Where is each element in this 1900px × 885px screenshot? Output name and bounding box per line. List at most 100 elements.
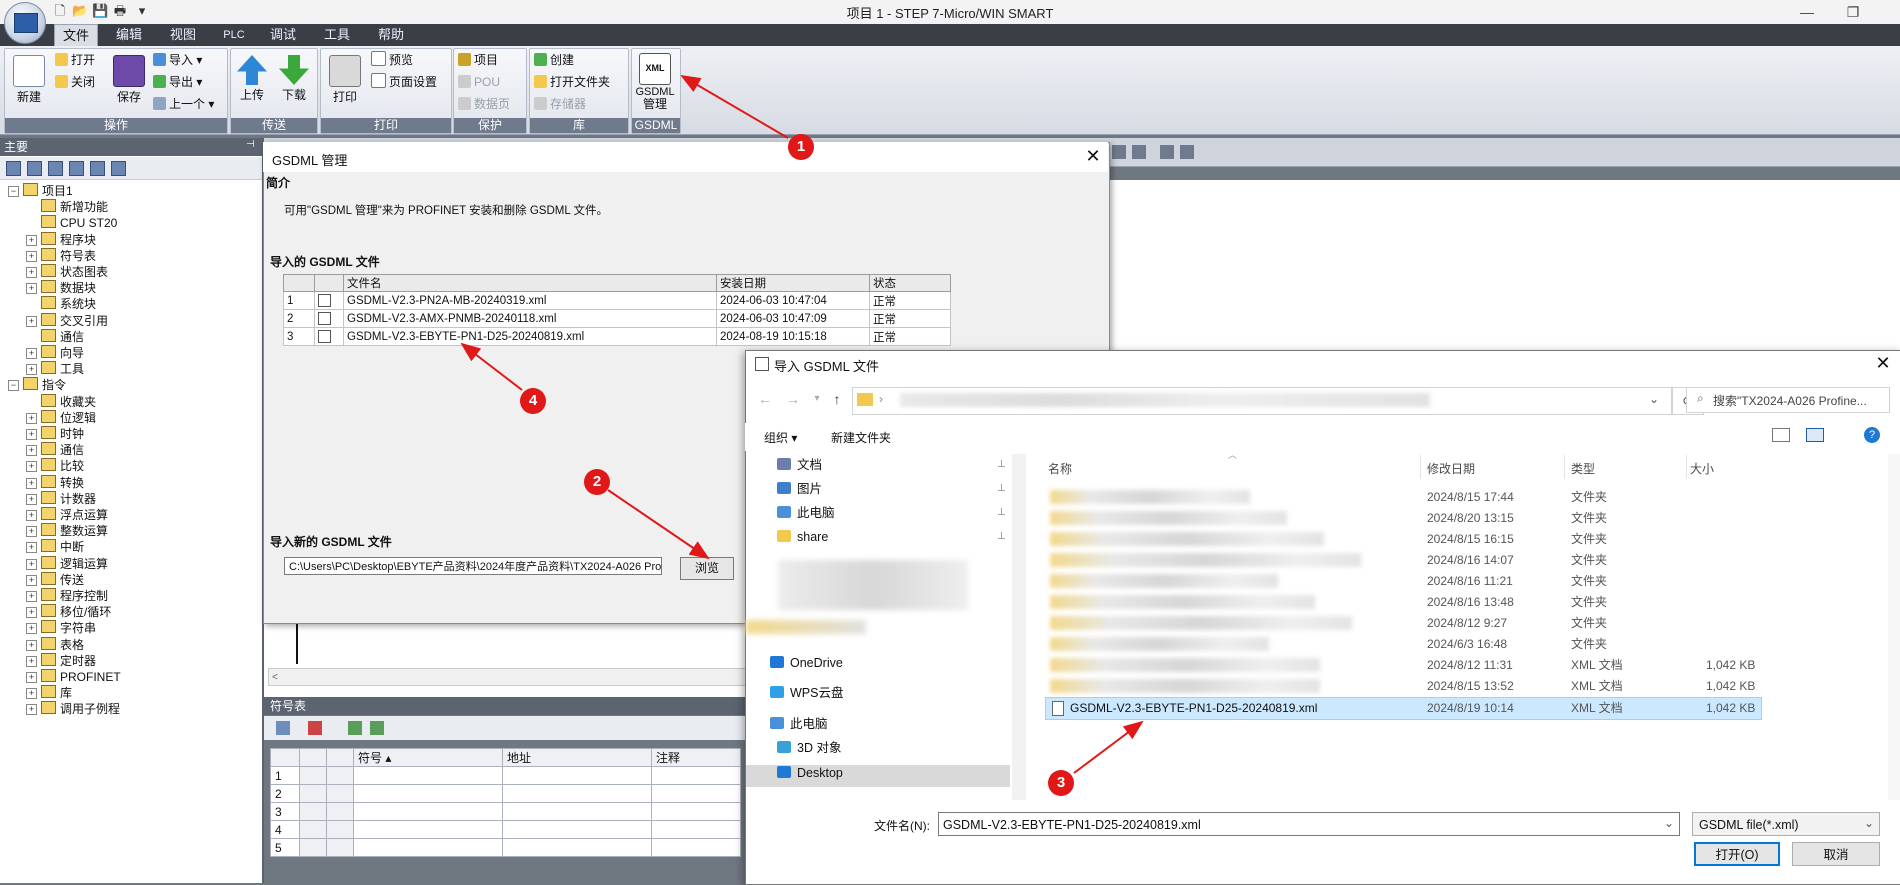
table-cell[interactable]	[326, 838, 354, 857]
new-button[interactable]: 新建	[9, 53, 49, 105]
column-type[interactable]: 类型	[1571, 460, 1595, 477]
tree-item[interactable]: + 程序控制	[26, 588, 108, 604]
table-row[interactable]: 3	[270, 802, 741, 821]
collapse-icon[interactable]: −	[8, 186, 19, 197]
blurred-file-name[interactable]	[1050, 511, 1287, 525]
nav-item[interactable]: share	[777, 526, 828, 548]
file-list-scrollbar[interactable]	[1888, 454, 1900, 800]
expand-icon[interactable]: +	[26, 558, 37, 570]
tree-item[interactable]: − 项目1	[8, 183, 73, 199]
table-cell[interactable]	[353, 784, 503, 803]
toolbar-icon[interactable]	[6, 161, 21, 176]
pin-icon[interactable]: ⊥	[997, 483, 1006, 494]
column-header[interactable]: 注释	[651, 748, 741, 767]
expand-icon[interactable]: +	[26, 348, 37, 359]
expand-icon[interactable]: +	[26, 267, 37, 278]
tree-item[interactable]: + 时钟	[26, 426, 84, 442]
column-name[interactable]: 名称	[1048, 460, 1072, 477]
table-cell[interactable]	[651, 820, 741, 839]
table-cell[interactable]	[299, 802, 327, 821]
table-cell[interactable]	[326, 802, 354, 821]
column-header[interactable]: 文件名	[343, 274, 717, 292]
new-folder-button[interactable]: 新建文件夹	[831, 429, 891, 446]
toolbar-icon[interactable]	[370, 721, 384, 735]
expand-icon[interactable]: +	[26, 364, 37, 376]
tree-item[interactable]: + 传送	[26, 571, 84, 588]
toolbar-icon[interactable]	[348, 721, 362, 735]
toolbar-icon[interactable]	[27, 161, 42, 176]
table-cell[interactable]	[326, 766, 354, 785]
expand-icon[interactable]: +	[26, 429, 37, 440]
up-arrow-icon[interactable]: ↑	[828, 390, 846, 408]
view-options-icon[interactable]	[1772, 428, 1790, 442]
table-cell[interactable]	[326, 820, 354, 839]
toolbar-icon[interactable]	[90, 161, 105, 176]
nav-item[interactable]: Desktop	[777, 762, 843, 784]
table-row[interactable]: 1	[270, 766, 741, 785]
column-header[interactable]: 状态	[869, 274, 951, 292]
toolbar-icon[interactable]	[276, 721, 290, 735]
expand-icon[interactable]: +	[26, 591, 37, 602]
blurred-file-name[interactable]	[1050, 490, 1250, 504]
collapse-icon[interactable]: −	[8, 380, 19, 392]
expand-icon[interactable]: +	[26, 510, 37, 521]
tree-item[interactable]: + 位逻辑	[26, 409, 96, 426]
tree-item[interactable]: 收藏夹	[26, 393, 96, 410]
blurred-file-name[interactable]	[1050, 658, 1320, 672]
import-button[interactable]: 导入 ▾	[153, 51, 202, 69]
toolbar-icon[interactable]	[111, 161, 126, 176]
open-folder-button[interactable]: 打开文件夹	[534, 73, 610, 91]
tree-item[interactable]: + 通信	[26, 442, 84, 458]
tree-item[interactable]: + 中断	[26, 539, 84, 555]
storage-button[interactable]: 存储器	[534, 95, 586, 113]
chevron-down-icon[interactable]: ⌄	[1649, 392, 1659, 406]
nav-item[interactable]: 3D 对象	[777, 737, 841, 759]
toolbar-icon[interactable]	[1180, 145, 1194, 159]
pin-icon[interactable]: ⊥	[997, 531, 1006, 542]
tree-item[interactable]: + 计数器	[26, 490, 96, 507]
organize-menu[interactable]: 组织 ▾	[764, 429, 797, 446]
tab-plc[interactable]: PLC	[216, 24, 252, 46]
table-cell[interactable]	[326, 784, 354, 803]
cancel-button[interactable]: 取消	[1792, 842, 1880, 866]
expand-icon[interactable]: +	[26, 493, 37, 505]
download-button[interactable]: 下载	[274, 53, 314, 103]
page-setup-button[interactable]: 页面设置	[371, 73, 437, 91]
nav-item[interactable]: WPS云盘	[770, 682, 843, 704]
gsdml-manage-button[interactable]: XML GSDML 管理	[635, 51, 675, 111]
tab-debug[interactable]: 调试	[262, 24, 304, 46]
column-modified[interactable]: 修改日期	[1427, 460, 1475, 477]
tree-item[interactable]: 系统块	[26, 296, 96, 312]
tab-help[interactable]: 帮助	[370, 24, 412, 46]
table-cell[interactable]	[299, 784, 327, 803]
nav-item[interactable]: OneDrive	[770, 652, 843, 674]
tree-item[interactable]: + 字符串	[26, 620, 96, 636]
file-type-select[interactable]: GSDML file(*.xml)	[1692, 812, 1880, 836]
app-logo[interactable]	[4, 2, 46, 44]
navigation-scrollbar[interactable]	[1012, 454, 1026, 800]
tab-tools[interactable]: 工具	[316, 24, 358, 46]
table-row[interactable]: 1 GSDML-V2.3-PN2A-MB-20240319.xml 2024-06-…	[283, 291, 951, 310]
back-arrow-icon[interactable]: ←	[756, 390, 774, 408]
expand-icon[interactable]: +	[26, 639, 37, 651]
expand-icon[interactable]: +	[26, 526, 37, 538]
chevron-down-icon[interactable]: ⌄	[1864, 816, 1874, 830]
pin-icon[interactable]: ⊣	[246, 139, 255, 150]
column-header[interactable]: 符号 ▴	[353, 748, 503, 767]
tree-item[interactable]: − 指令	[8, 377, 66, 393]
tab-edit[interactable]: 编辑	[108, 24, 150, 46]
table-row[interactable]: 4	[270, 820, 741, 839]
preview-pane-icon[interactable]	[1806, 428, 1824, 442]
minimize-button[interactable]: —	[1784, 2, 1830, 22]
tree-item[interactable]: + 程序块	[26, 231, 96, 248]
table-cell[interactable]	[299, 838, 327, 857]
open-button[interactable]: 打开	[55, 51, 95, 69]
blurred-file-name[interactable]	[1050, 595, 1315, 609]
toolbar-icon[interactable]	[48, 161, 63, 176]
nav-item[interactable]: 此电脑	[770, 713, 828, 735]
blurred-file-name[interactable]	[1050, 574, 1278, 588]
tree-item[interactable]: + 符号表	[26, 247, 96, 264]
filename-input[interactable]: GSDML-V2.3-EBYTE-PN1-D25-20240819.xml	[938, 812, 1680, 836]
protect-project-button[interactable]: 项目	[458, 51, 498, 69]
blurred-file-name[interactable]	[1050, 679, 1320, 693]
